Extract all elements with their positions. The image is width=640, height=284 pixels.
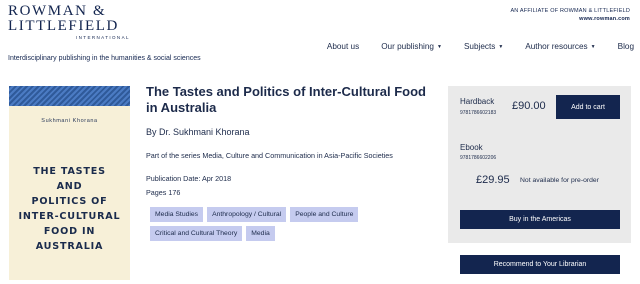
nav-author-resources[interactable]: Author resources ▼ (525, 42, 595, 51)
subject-tags: Media Studies Anthropology / Cultural Pe… (150, 207, 420, 241)
nav-blog[interactable]: Blog (618, 42, 634, 51)
nav-label: Author resources (525, 42, 588, 51)
ebook-availability: Not available for pre-order (520, 177, 599, 184)
site-tagline: Interdisciplinary publishing in the huma… (8, 55, 201, 62)
caret-down-icon: ▼ (498, 43, 504, 50)
logo-line1: ROWMAN & (8, 3, 107, 19)
subject-tag[interactable]: Critical and Cultural Theory (150, 226, 243, 241)
caret-down-icon: ▼ (436, 43, 442, 50)
hardback-price: £90.00 (512, 100, 546, 112)
subject-tag[interactable]: Media Studies (150, 207, 204, 222)
caret-down-icon: ▼ (590, 43, 596, 50)
book-author-link[interactable]: By Dr. Sukhmani Khorana (146, 127, 250, 137)
publication-date: Publication Date: Apr 2018 (146, 174, 232, 183)
cover-pattern-band (9, 86, 130, 106)
affiliate-text: AN AFFILIATE OF ROWMAN & LITTLEFIELD (510, 8, 630, 14)
site-logo[interactable]: ROWMAN & LITTLEFIELD INTERNATIONAL (8, 3, 130, 41)
page-count: Pages 176 (146, 188, 181, 197)
logo-line2: LITTLEFIELD (8, 18, 119, 34)
subject-tag[interactable]: Anthropology / Cultural (207, 207, 287, 222)
cover-title-line: INTER-CULTURAL (18, 211, 121, 222)
cover-title-line: POLITICS OF (31, 196, 108, 207)
nav-label: Subjects (463, 42, 496, 51)
main-nav: About us Our publishing ▼ Subjects ▼ Aut… (305, 42, 634, 51)
book-title: The Tastes and Politics of Inter-Cultura… (146, 84, 427, 115)
cover-author: Sukhmani Khorana (41, 118, 98, 124)
affiliate-notice[interactable]: AN AFFILIATE OF ROWMAN & LITTLEFIELD www… (510, 7, 630, 23)
nav-label: About us (326, 42, 360, 51)
book-cover[interactable]: Sukhmani Khorana THE TASTES AND POLITICS… (9, 86, 130, 280)
buy-in-americas-button[interactable]: Buy in the Americas (460, 210, 620, 229)
recommend-librarian-button[interactable]: Recommend to Your Librarian (460, 255, 620, 274)
cover-title-line: AUSTRALIA (35, 241, 104, 252)
nav-label: Our publishing (381, 42, 434, 51)
cover-title-line: THE TASTES (33, 166, 106, 177)
cover-title-line: FOOD IN (43, 226, 96, 237)
nav-about-us[interactable]: About us (327, 42, 359, 51)
nav-label: Blog (617, 42, 634, 51)
cover-title: THE TASTES AND POLITICS OF INTER-CULTURA… (9, 164, 130, 254)
add-to-cart-button[interactable]: Add to cart (556, 95, 620, 119)
ebook-label: Ebook (460, 143, 483, 152)
logo-sub: INTERNATIONAL (76, 35, 130, 40)
subject-tag[interactable]: People and Culture (290, 207, 359, 222)
purchase-panel: Hardback 9781786602183 £90.00 Add to car… (448, 86, 631, 243)
hardback-isbn: 9781786602183 (460, 110, 497, 116)
book-series-link[interactable]: Part of the series Media, Culture and Co… (146, 151, 416, 161)
ebook-price: £29.95 (476, 174, 510, 186)
nav-subjects[interactable]: Subjects ▼ (464, 42, 503, 51)
subject-tag[interactable]: Media (246, 226, 275, 241)
nav-our-publishing[interactable]: Our publishing ▼ (381, 42, 442, 51)
ebook-isbn: 9781786602206 (460, 155, 497, 161)
cover-title-line: AND (56, 181, 83, 192)
hardback-label: Hardback (460, 97, 495, 106)
affiliate-link[interactable]: www.rowman.com (510, 15, 630, 23)
